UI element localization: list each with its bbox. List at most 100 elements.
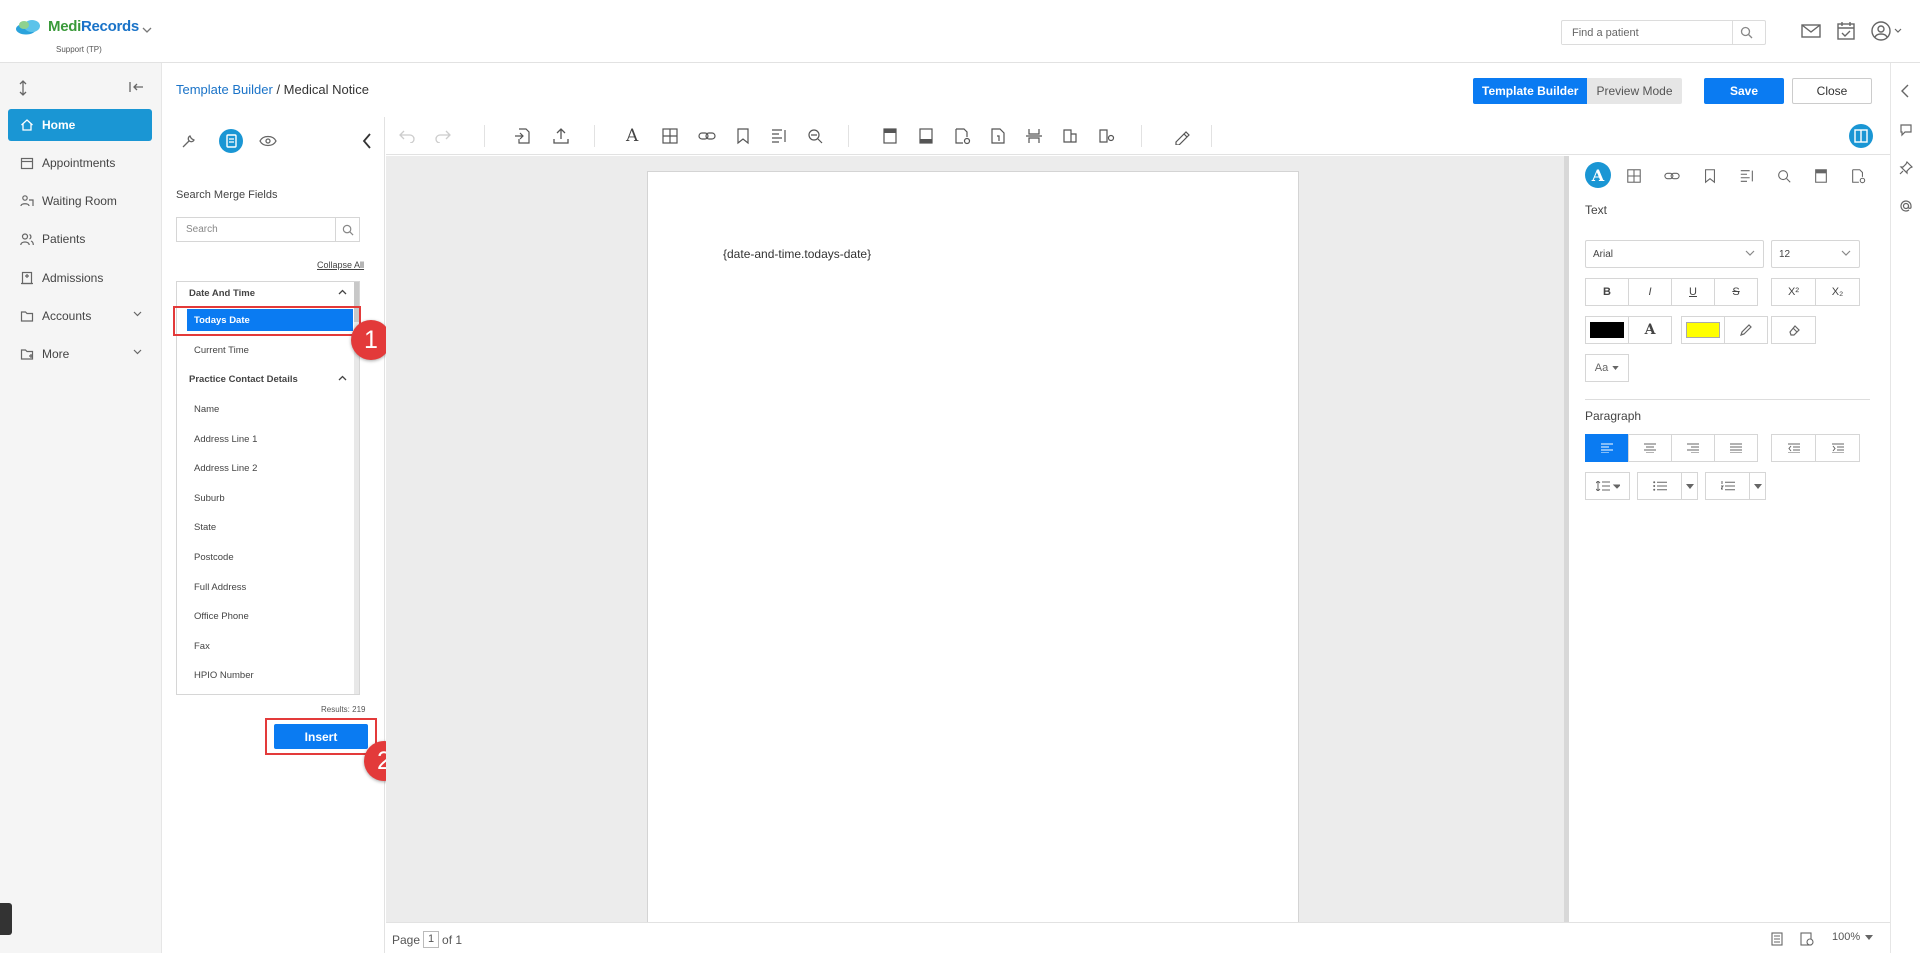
- collapse-all-link[interactable]: Collapse All: [317, 260, 364, 270]
- sidebar-item-appointments[interactable]: Appointments: [8, 147, 152, 179]
- align-right-button[interactable]: [1671, 434, 1715, 462]
- document-text[interactable]: {date-and-time.todays-date}: [723, 247, 871, 261]
- group-header-practice-contact-details[interactable]: Practice Contact Details: [177, 368, 355, 390]
- subscript-button[interactable]: X₂: [1815, 278, 1860, 306]
- merge-field-office-phone[interactable]: Office Phone: [187, 605, 353, 627]
- justify-button[interactable]: [1714, 434, 1758, 462]
- sidebar-item-accounts[interactable]: Accounts: [8, 300, 152, 332]
- collapse-sidebar-icon[interactable]: [128, 80, 144, 94]
- link-icon[interactable]: [1663, 168, 1681, 184]
- side-tool-handle[interactable]: [0, 903, 12, 935]
- group-header-date-and-time[interactable]: Date And Time: [177, 282, 355, 304]
- merge-field-address-line-2[interactable]: Address Line 2: [187, 457, 353, 479]
- bullet-list-dropdown[interactable]: [1681, 472, 1698, 500]
- table-of-contents-icon[interactable]: [770, 127, 788, 145]
- font-size-select[interactable]: 12: [1771, 240, 1860, 268]
- web-layout-icon[interactable]: [1800, 932, 1814, 946]
- highlight-color-button[interactable]: [1681, 316, 1725, 344]
- table-icon[interactable]: [661, 127, 679, 145]
- breadcrumb-template-builder-link[interactable]: Template Builder: [176, 82, 273, 97]
- properties-pane-toggle-icon[interactable]: [1849, 124, 1873, 148]
- save-button[interactable]: Save: [1704, 78, 1784, 104]
- page-number-input[interactable]: 1: [423, 931, 440, 948]
- eye-icon[interactable]: [259, 135, 277, 147]
- find-replace-icon[interactable]: [1776, 168, 1792, 184]
- preview-mode-button[interactable]: Preview Mode: [1587, 78, 1682, 104]
- merge-field-suburb[interactable]: Suburb: [187, 487, 353, 509]
- close-button[interactable]: Close: [1792, 78, 1872, 104]
- bullet-list-button[interactable]: [1637, 472, 1682, 500]
- clear-formatting-icon[interactable]: [1771, 316, 1816, 344]
- undo-icon[interactable]: [398, 127, 416, 143]
- page-break-icon[interactable]: [1025, 127, 1043, 145]
- sidebar-item-patients[interactable]: Patients: [8, 223, 152, 255]
- font-family-select[interactable]: Arial: [1585, 240, 1764, 268]
- header-icon[interactable]: [881, 127, 899, 145]
- wrench-icon[interactable]: [181, 133, 197, 149]
- footer-icon[interactable]: [917, 127, 935, 145]
- sidebar-item-more[interactable]: More: [8, 338, 152, 370]
- text-format-icon[interactable]: A: [626, 126, 638, 146]
- decrease-indent-button[interactable]: [1771, 434, 1816, 462]
- sidebar-item-admissions[interactable]: Admissions: [8, 262, 152, 294]
- patient-search-box[interactable]: [1561, 20, 1766, 45]
- header-footer-icon[interactable]: [1813, 168, 1829, 184]
- change-case-button[interactable]: Aa: [1585, 354, 1629, 382]
- print-layout-icon[interactable]: [1770, 932, 1784, 946]
- line-spacing-button[interactable]: [1585, 472, 1630, 500]
- calendar-check-icon[interactable]: [1835, 20, 1857, 42]
- pin-icon[interactable]: [1899, 161, 1913, 175]
- merge-field-hpio-number[interactable]: HPIO Number: [187, 664, 353, 686]
- font-color-button[interactable]: [1585, 316, 1629, 344]
- increase-indent-button[interactable]: [1815, 434, 1860, 462]
- merge-field-current-time[interactable]: Current Time: [187, 339, 353, 361]
- patient-search-input[interactable]: [1562, 21, 1732, 44]
- chevron-left-icon[interactable]: [361, 133, 373, 149]
- page-number-icon[interactable]: [989, 127, 1007, 145]
- link-icon[interactable]: [698, 127, 716, 145]
- at-sign-icon[interactable]: [1899, 199, 1913, 213]
- merge-field-state[interactable]: State: [187, 516, 353, 538]
- font-color-picker-button[interactable]: A: [1628, 316, 1672, 344]
- section-settings-icon[interactable]: [1097, 127, 1115, 145]
- page-settings-icon[interactable]: [1850, 168, 1866, 184]
- import-document-icon[interactable]: [513, 127, 531, 145]
- search-icon[interactable]: [335, 217, 360, 242]
- sidebar-item-waiting-room[interactable]: Waiting Room: [8, 185, 152, 217]
- chevron-left-icon[interactable]: [1899, 84, 1911, 98]
- medirecords-logo[interactable]: MediRecords: [14, 18, 139, 35]
- table-icon[interactable]: [1626, 168, 1642, 184]
- underline-button[interactable]: U: [1671, 278, 1715, 306]
- section-break-icon[interactable]: [1061, 127, 1079, 145]
- redo-icon[interactable]: [434, 127, 452, 143]
- zoom-selector[interactable]: 100%: [1832, 931, 1874, 943]
- merge-field-full-address[interactable]: Full Address: [187, 576, 353, 598]
- text-properties-tab-icon[interactable]: A: [1585, 162, 1611, 188]
- bold-button[interactable]: B: [1585, 278, 1629, 306]
- find-replace-icon[interactable]: [806, 127, 824, 145]
- mail-icon[interactable]: [1800, 20, 1822, 42]
- table-of-contents-icon[interactable]: [1739, 168, 1755, 184]
- restrict-editing-icon[interactable]: [1173, 127, 1191, 145]
- merge-fields-tab-icon[interactable]: [219, 129, 243, 153]
- align-center-button[interactable]: [1628, 434, 1672, 462]
- user-account-icon[interactable]: [1870, 20, 1910, 42]
- upload-icon[interactable]: [552, 127, 570, 145]
- superscript-button[interactable]: X²: [1771, 278, 1816, 306]
- chat-icon[interactable]: [1899, 123, 1913, 137]
- italic-button[interactable]: I: [1628, 278, 1672, 306]
- chevron-down-icon[interactable]: [142, 26, 152, 34]
- template-builder-mode-button[interactable]: Template Builder: [1473, 78, 1588, 104]
- highlighter-icon[interactable]: [1724, 316, 1768, 344]
- merge-field-postcode[interactable]: Postcode: [187, 546, 353, 568]
- merge-field-name[interactable]: Name: [187, 398, 353, 420]
- bookmark-icon[interactable]: [734, 127, 752, 145]
- search-icon[interactable]: [1732, 21, 1760, 44]
- resize-vertical-icon[interactable]: [16, 80, 30, 96]
- merge-field-address-line-1[interactable]: Address Line 1: [187, 428, 353, 450]
- document-page[interactable]: {date-and-time.todays-date}: [647, 171, 1299, 926]
- strikethrough-button[interactable]: S: [1714, 278, 1758, 306]
- page-settings-icon[interactable]: [953, 127, 971, 145]
- merge-field-search-input[interactable]: [176, 217, 335, 242]
- insert-button[interactable]: Insert: [274, 724, 368, 749]
